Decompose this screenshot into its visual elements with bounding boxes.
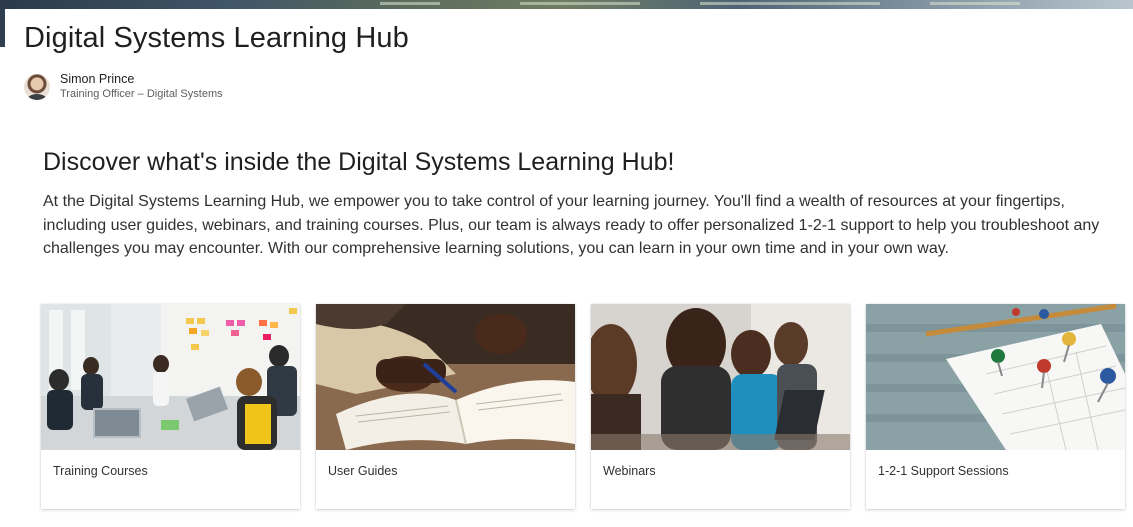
section-heading: Discover what's inside the Digital Syste… (43, 148, 675, 176)
card-label[interactable]: 1-2-1 Support Sessions (866, 450, 1125, 478)
card-training-courses[interactable]: Training Courses (41, 304, 300, 509)
card-1-2-1-support-sessions[interactable]: 1-2-1 Support Sessions (866, 304, 1125, 509)
book-writing-image (316, 304, 575, 450)
card-label[interactable]: Webinars (591, 450, 850, 478)
author-role: Training Officer – Digital Systems (60, 88, 223, 100)
card-label[interactable]: Training Courses (41, 450, 300, 478)
avatar[interactable] (24, 73, 50, 100)
calendar-pins-image (866, 304, 1125, 450)
author-byline[interactable]: Simon Prince Training Officer – Digital … (24, 71, 223, 102)
page-title: Digital Systems Learning Hub (24, 22, 409, 54)
card-label[interactable]: User Guides (316, 450, 575, 478)
banner-accent-bar (0, 9, 5, 47)
card-user-guides[interactable]: User Guides (316, 304, 575, 509)
office-meeting-image (41, 304, 300, 450)
author-name[interactable]: Simon Prince (60, 71, 223, 87)
header-banner-image (0, 0, 1133, 9)
quick-links-cards: Training Courses User Guides Webinars 1-… (41, 304, 1125, 509)
card-webinars[interactable]: Webinars (591, 304, 850, 509)
intro-paragraph: At the Digital Systems Learning Hub, we … (43, 193, 1100, 257)
students-laptop-image (591, 304, 850, 450)
